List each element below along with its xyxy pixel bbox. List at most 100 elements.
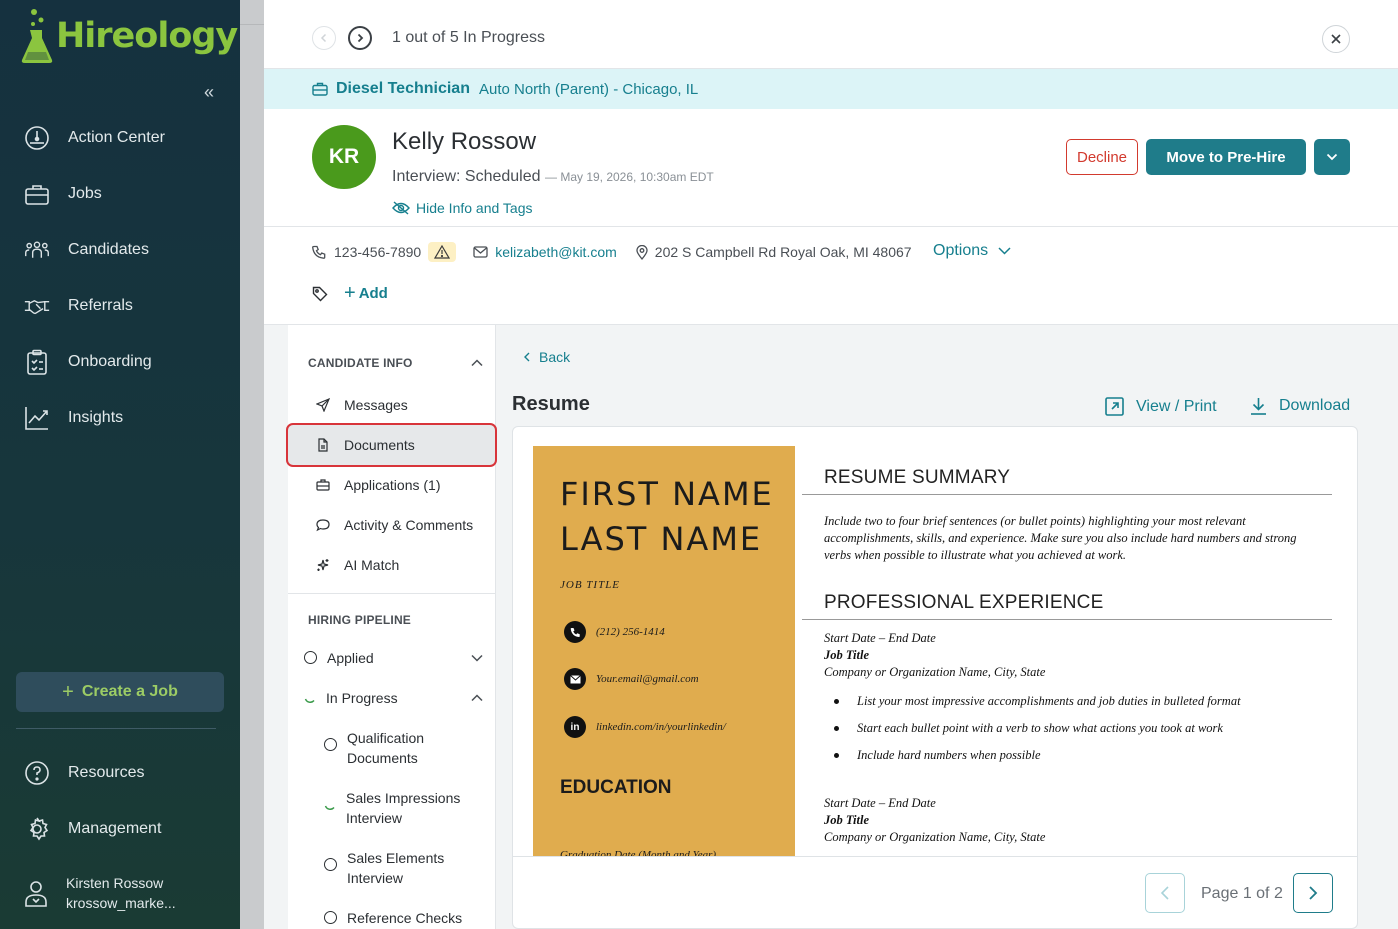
sparkle-icon bbox=[317, 559, 329, 571]
stage-applied[interactable]: Applied bbox=[304, 648, 374, 668]
menu-item-ai-match[interactable]: AI Match bbox=[288, 545, 496, 585]
previous-page-button[interactable] bbox=[1145, 873, 1185, 913]
menu-item-label: Messages bbox=[344, 397, 408, 413]
back-label: Back bbox=[539, 349, 571, 365]
send-icon bbox=[316, 398, 330, 412]
chevron-down-icon[interactable] bbox=[470, 651, 484, 665]
job-dates: Start Date – End Date bbox=[824, 796, 936, 810]
location-pin-icon bbox=[636, 244, 648, 260]
back-link[interactable]: Back bbox=[523, 349, 570, 365]
resume-bullet: Start each bullet point with a verb to s… bbox=[834, 721, 1223, 736]
job-title: Job Title bbox=[824, 813, 870, 827]
nav-management[interactable]: Management bbox=[0, 809, 240, 849]
nav-label: Action Center bbox=[68, 129, 165, 146]
nav-label: Onboarding bbox=[68, 353, 152, 370]
nav-onboarding[interactable]: Onboarding bbox=[0, 342, 240, 382]
gear-icon bbox=[29, 817, 49, 841]
resume-sidebar: FIRST NAME LAST NAME JOB TITLE (212) 256… bbox=[533, 446, 795, 856]
move-to-pre-hire-button[interactable]: Move to Pre-Hire bbox=[1146, 139, 1306, 175]
next-candidate-button[interactable] bbox=[348, 26, 372, 50]
stage-status-icon bbox=[304, 651, 317, 664]
chevron-up-icon[interactable] bbox=[470, 691, 484, 705]
phone-warning-badge[interactable] bbox=[428, 242, 457, 262]
candidate-info-heading: CANDIDATE INFO bbox=[308, 356, 413, 370]
resume-summary-text: Include two to four brief sentences (or … bbox=[824, 514, 1297, 562]
nav-referrals[interactable]: Referrals bbox=[0, 286, 240, 326]
stage-label: Sales Elements Interview bbox=[347, 850, 445, 886]
user-profile[interactable]: Kirsten Rossow krossow_marke... bbox=[24, 873, 176, 913]
chart-icon bbox=[25, 407, 48, 430]
decline-button[interactable]: Decline bbox=[1066, 139, 1138, 175]
help-icon bbox=[25, 761, 49, 785]
close-button[interactable] bbox=[1322, 25, 1350, 53]
hireology-logo[interactable]: Hireology bbox=[20, 8, 238, 64]
options-label: Options bbox=[933, 242, 989, 259]
nav-label: Management bbox=[68, 820, 162, 837]
candidate-topbar: 1 out of 5 In Progress bbox=[264, 0, 1398, 69]
stage-sales-elements-interview[interactable]: Sales Elements Interview bbox=[324, 848, 474, 888]
document-icon bbox=[318, 438, 328, 452]
logo-text: Hireology bbox=[56, 16, 238, 56]
chevron-down-icon bbox=[1326, 153, 1338, 161]
tag-icon bbox=[312, 286, 328, 301]
stage-in-progress[interactable]: In Progress bbox=[304, 688, 398, 708]
resume-last-name: LAST NAME bbox=[560, 520, 763, 558]
nav-label: Referrals bbox=[68, 297, 133, 314]
resume-email-text: Your.email@gmail.com bbox=[596, 673, 699, 685]
user-icon bbox=[25, 881, 47, 907]
resume-name: FIRST NAME LAST NAME bbox=[560, 472, 774, 562]
nav-jobs[interactable]: Jobs bbox=[0, 174, 240, 214]
stage-label: Reference Checks bbox=[347, 910, 463, 926]
contact-row: 123-456-7890 kelizabeth@kit.com 202 S Ca… bbox=[312, 242, 912, 262]
candidate-name: Kelly Rossow bbox=[392, 128, 537, 155]
close-icon bbox=[1331, 34, 1341, 44]
move-options-dropdown[interactable] bbox=[1314, 139, 1350, 175]
nav-action-center[interactable]: Action Center bbox=[0, 118, 240, 158]
user-handle: krossow_marke... bbox=[66, 895, 176, 911]
nav-resources[interactable]: Resources bbox=[0, 753, 240, 793]
menu-item-activity-comments[interactable]: Activity & Comments bbox=[288, 505, 496, 545]
stage-qualification-documents[interactable]: Qualification Documents bbox=[324, 728, 474, 768]
phone-number: 123-456-7890 bbox=[334, 244, 422, 260]
resume-job-title: JOB TITLE bbox=[560, 579, 621, 591]
hide-info-button[interactable]: Hide Info and Tags bbox=[392, 200, 533, 216]
add-tag-button[interactable]: + Add bbox=[344, 282, 388, 305]
linkedin-icon: in bbox=[564, 716, 586, 738]
nav-insights[interactable]: Insights bbox=[0, 398, 240, 438]
status-label: Interview: Scheduled bbox=[392, 168, 541, 185]
nav-candidates[interactable]: Candidates bbox=[0, 230, 240, 270]
stage-label: In Progress bbox=[326, 690, 398, 706]
chevron-up-icon[interactable] bbox=[470, 356, 484, 370]
job-location-link[interactable]: Auto North (Parent) - Chicago, IL bbox=[479, 81, 698, 98]
view-print-button[interactable]: View / Print bbox=[1105, 397, 1217, 416]
download-button[interactable]: Download bbox=[1250, 397, 1350, 415]
stage-sales-impressions-interview[interactable]: Sales Impressions Interview bbox=[324, 788, 474, 828]
section-rule bbox=[802, 619, 1332, 620]
menu-item-label: AI Match bbox=[344, 557, 400, 573]
nav-label: Insights bbox=[68, 409, 124, 426]
handshake-icon bbox=[24, 300, 50, 315]
resume-page[interactable]: FIRST NAME LAST NAME JOB TITLE (212) 256… bbox=[513, 427, 1357, 857]
job-title: Job Title bbox=[824, 648, 870, 662]
next-page-button[interactable] bbox=[1293, 873, 1333, 913]
collapse-sidebar-icon[interactable]: « bbox=[204, 82, 214, 103]
chevron-left-icon bbox=[524, 352, 530, 362]
create-job-button[interactable]: + Create a Job bbox=[16, 672, 224, 712]
options-dropdown[interactable]: Options bbox=[933, 242, 1011, 260]
menu-item-documents[interactable]: Documents bbox=[286, 423, 497, 467]
avatar: KR bbox=[312, 125, 376, 189]
in-progress-icon bbox=[304, 698, 315, 703]
tags-row: + Add bbox=[312, 282, 388, 305]
email-link[interactable]: kelizabeth@kit.com bbox=[495, 244, 617, 260]
flask-icon bbox=[21, 9, 53, 63]
comment-icon bbox=[316, 519, 330, 532]
stage-reference-checks[interactable]: Reference Checks bbox=[324, 908, 474, 928]
job-company: Company or Organization Name, City, Stat… bbox=[824, 665, 1046, 679]
job-title-link[interactable]: Diesel Technician bbox=[336, 80, 470, 98]
status-date: — May 19, 2026, 10:30am EDT bbox=[544, 170, 714, 184]
mail-icon bbox=[473, 246, 488, 258]
menu-item-applications[interactable]: Applications (1) bbox=[288, 465, 496, 505]
menu-item-messages[interactable]: Messages bbox=[288, 385, 496, 425]
previous-candidate-button[interactable] bbox=[312, 26, 336, 50]
resume-phone: (212) 256-1414 bbox=[564, 621, 665, 643]
